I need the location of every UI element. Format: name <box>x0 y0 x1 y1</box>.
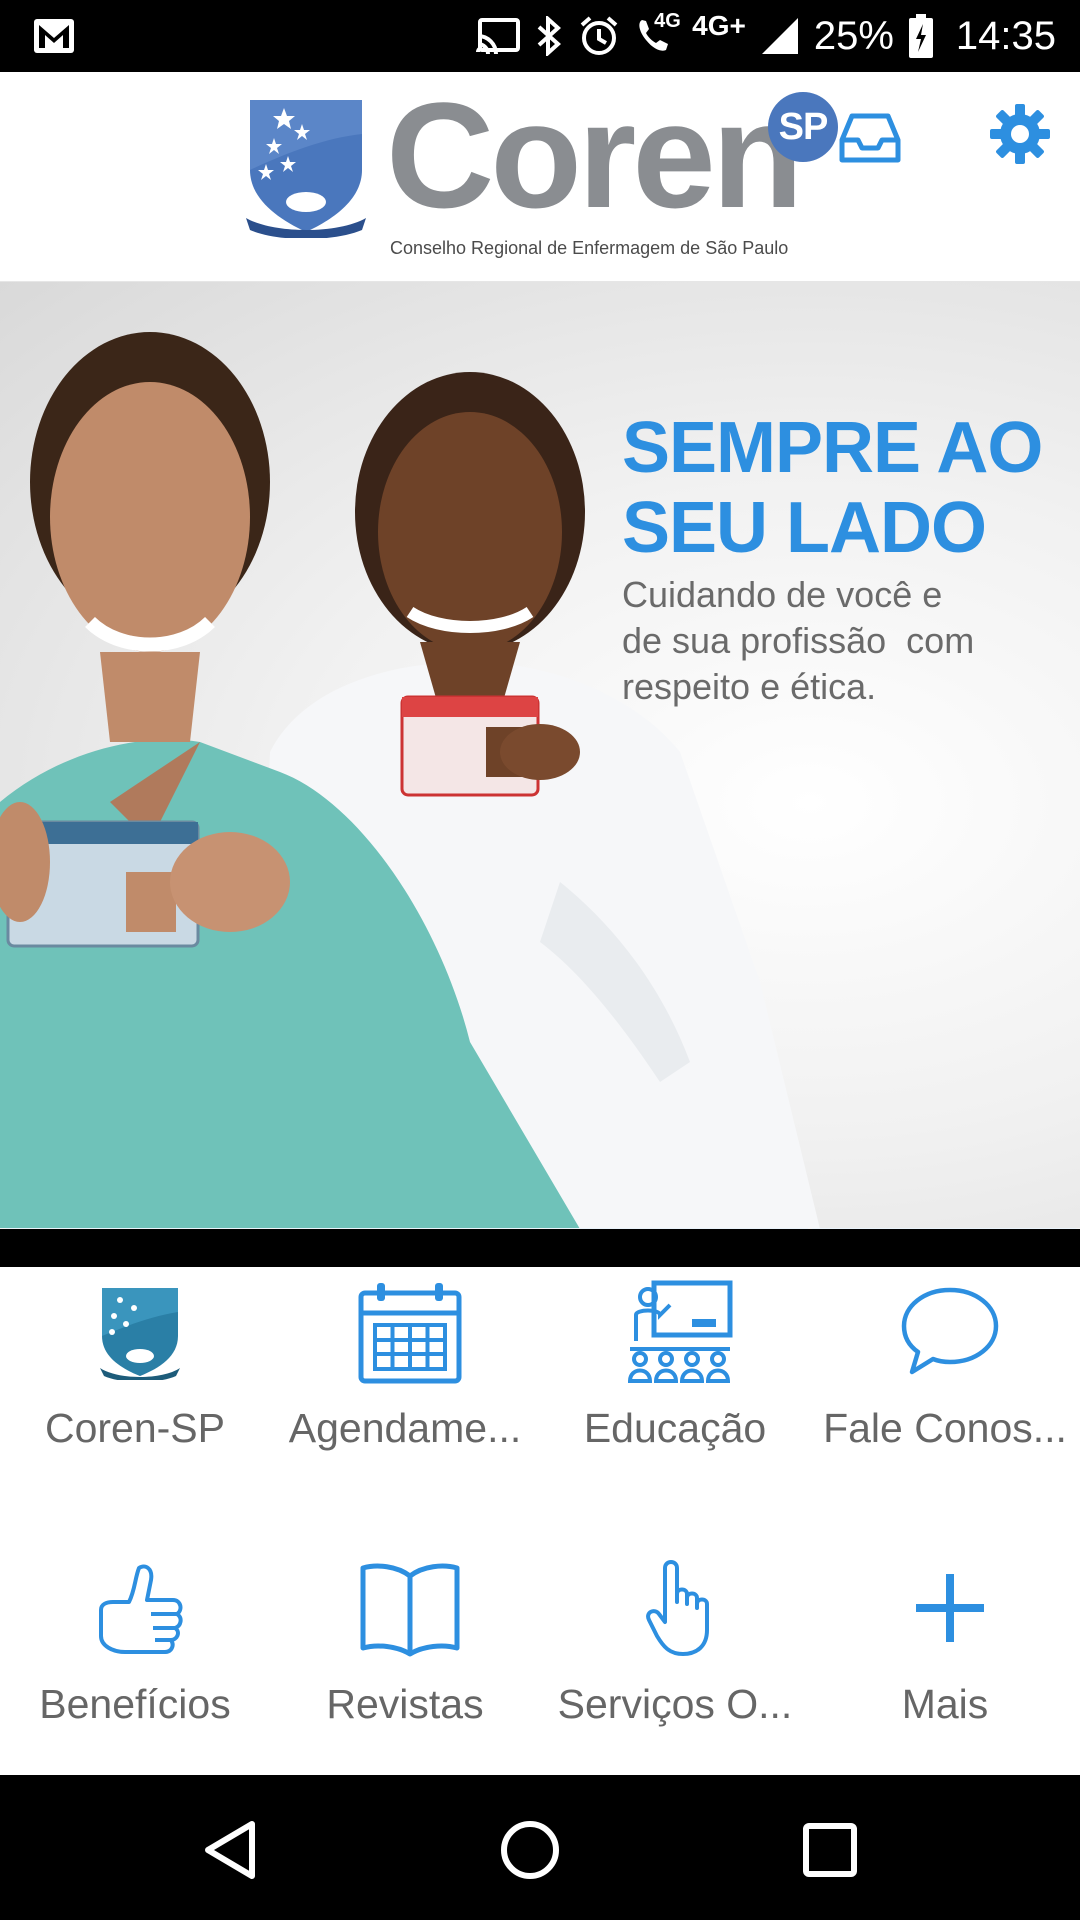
banner-subtitle-line1: Cuidando de você e <box>622 574 943 615</box>
network-4g-label: 4G <box>654 10 681 32</box>
inbox-button[interactable] <box>838 110 902 166</box>
banner-title-line2: SEU LADO <box>622 488 987 568</box>
menu-item-mais[interactable]: Mais <box>810 1543 1080 1813</box>
bluetooth-icon <box>534 16 564 56</box>
pointing-hand-icon <box>625 1553 735 1663</box>
alarm-icon <box>578 15 620 57</box>
menu-item-agendamento[interactable]: Agendame... <box>270 1267 540 1537</box>
banner-pager <box>0 1228 1080 1229</box>
signal-icon <box>760 16 800 56</box>
menu-item-label: Mais <box>901 1681 989 1727</box>
home-circle-icon <box>501 1821 559 1879</box>
pager-indicator[interactable] <box>544 1228 808 1229</box>
open-book-icon <box>355 1553 465 1663</box>
system-navigation-bar <box>0 1775 1080 1920</box>
pager-indicator[interactable] <box>812 1228 1076 1229</box>
banner-subtitle: Cuidando de você e de sua profissão com … <box>622 572 1062 710</box>
menu-item-beneficios[interactable]: Benefícios <box>0 1543 270 1813</box>
status-bar: 4G 4G+ 25% 14:35 <box>0 0 1080 72</box>
menu-item-label: Educação <box>583 1405 767 1451</box>
calendar-icon <box>355 1277 465 1387</box>
classroom-icon <box>625 1277 735 1387</box>
menu-item-servicos-online[interactable]: Serviços O... <box>540 1543 810 1813</box>
network-4g-plus: 4G+ <box>692 10 746 41</box>
menu-item-label: Serviços O... <box>557 1681 793 1727</box>
thumbs-up-icon <box>85 1553 195 1663</box>
gmail-notification-icon <box>32 16 76 56</box>
hero-banner[interactable]: SEMPRE AO SEU LADO Cuidando de você e de… <box>0 282 1080 1229</box>
inbox-icon <box>839 113 901 163</box>
settings-button[interactable] <box>988 102 1052 166</box>
coren-shield-icon <box>85 1277 195 1387</box>
clock: 14:35 <box>955 13 1056 58</box>
menu-item-educacao[interactable]: Educação <box>540 1267 810 1537</box>
chat-bubble-icon <box>895 1277 1005 1387</box>
plus-icon <box>895 1553 1005 1663</box>
coren-sp-logo: Coren SP Conselho Regional de Enfermagem… <box>244 80 844 270</box>
battery-percent: 25% <box>813 13 894 58</box>
battery-charging-icon <box>908 14 934 58</box>
coren-shield-logo-icon <box>246 100 366 238</box>
gear-icon <box>990 104 1050 164</box>
menu-item-revistas[interactable]: Revistas <box>270 1543 540 1813</box>
wifi-calling-icon: 4G <box>634 10 681 56</box>
back-button[interactable] <box>190 1815 270 1885</box>
menu-item-label: Benefícios <box>39 1681 231 1727</box>
cast-icon <box>476 18 521 54</box>
back-triangle-icon <box>205 1821 255 1879</box>
banner-title: SEMPRE AO SEU LADO <box>622 408 1062 568</box>
logo-sp-badge: SP <box>768 92 838 162</box>
menu-item-label: Coren-SP <box>44 1405 225 1451</box>
banner-subtitle-line3: respeito e ética. <box>622 666 877 707</box>
pager-indicator[interactable] <box>6 1228 270 1229</box>
menu-item-coren-sp[interactable]: Coren-SP <box>0 1267 270 1537</box>
menu-item-label: Fale Conos... <box>823 1405 1067 1451</box>
menu-item-label: Agendame... <box>288 1405 522 1451</box>
logo-wordmark: Coren <box>386 80 803 230</box>
pager-indicator[interactable] <box>275 1228 539 1229</box>
menu-item-fale-conosco[interactable]: Fale Conos... <box>810 1267 1080 1537</box>
menu-item-label: Revistas <box>326 1681 484 1727</box>
status-icons: 4G 4G+ 25% 14:35 <box>476 0 1056 72</box>
logo-subtitle: Conselho Regional de Enfermagem de São P… <box>390 238 789 258</box>
home-button[interactable] <box>490 1815 570 1885</box>
logo-word: Coren <box>386 71 803 239</box>
banner-subtitle-line2: de sua profissão com <box>622 620 975 661</box>
menu-grid: Coren-SP Agendame... Educação Fale Conos… <box>0 1267 1080 1775</box>
recents-button[interactable] <box>790 1815 870 1885</box>
recents-square-icon <box>803 1823 857 1877</box>
app-header: Coren SP Conselho Regional de Enfermagem… <box>0 72 1080 282</box>
banner-title-line1: SEMPRE AO <box>622 408 1043 488</box>
